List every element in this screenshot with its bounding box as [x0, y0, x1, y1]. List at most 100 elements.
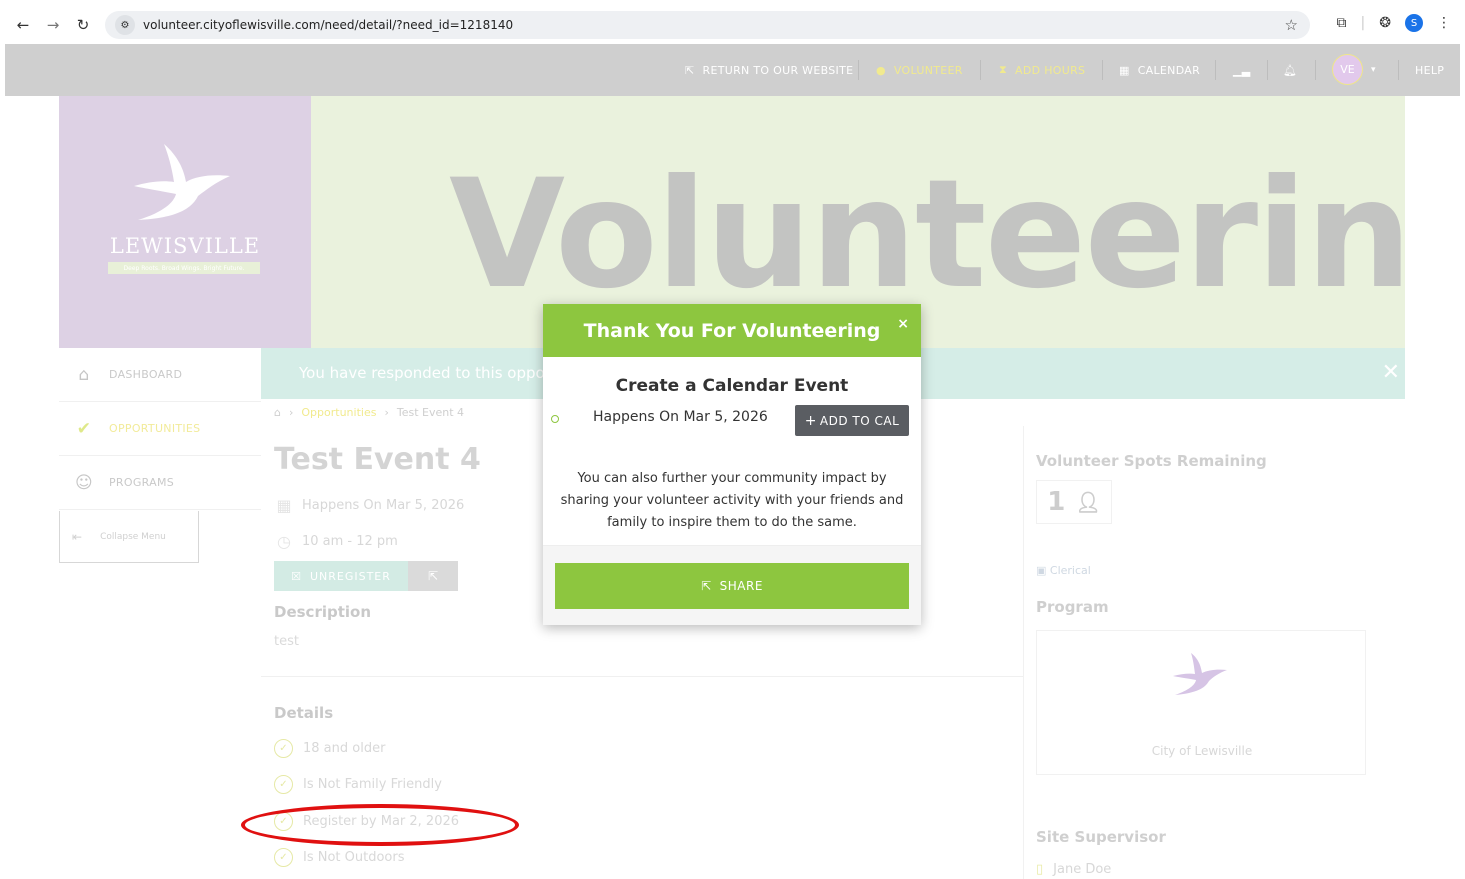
sidebar-item-programs[interactable]: ☺ PROGRAMS — [59, 456, 261, 510]
banner-logo[interactable]: LEWISVILLE Deep Roots. Broad Wings. Brig… — [59, 96, 311, 348]
profile-avatar[interactable]: S — [1405, 14, 1423, 32]
check-icon: ✓ — [274, 848, 293, 867]
share-icon: ⇱ — [427, 569, 439, 583]
nav-stats[interactable]: ▁▃ — [1233, 44, 1251, 96]
program-bird-icon — [1173, 653, 1227, 695]
browser-toolbar: ← → ↻ ⚙ volunteer.cityoflewisville.com/n… — [0, 0, 1465, 50]
back-icon[interactable]: ← — [12, 14, 34, 36]
share-icon-button[interactable]: ⇱ — [408, 561, 458, 591]
share-label: SHARE — [719, 579, 763, 593]
add-to-cal-button[interactable]: + ADD TO CAL — [795, 405, 909, 436]
nav-separator — [858, 60, 859, 80]
sidebar-item-opportunities[interactable]: ✔ OPPORTUNITIES — [59, 402, 261, 456]
check-icon: ✓ — [274, 739, 293, 758]
url-text: volunteer.cityoflewisville.com/need/deta… — [143, 18, 514, 32]
user-avatar[interactable]: VE — [1332, 54, 1363, 85]
sidebar: ⌂ DASHBOARD ✔ OPPORTUNITIES ☺ PROGRAMS ⇤… — [59, 348, 261, 563]
browser-menu-icon[interactable]: ⋮ — [1437, 15, 1451, 31]
home-icon[interactable]: ⌂ — [274, 406, 281, 419]
nav-separator — [1102, 60, 1103, 80]
share-button[interactable]: ⇱ SHARE — [555, 563, 909, 609]
nav-help-label: HELP — [1415, 63, 1445, 77]
nav-return-website[interactable]: ⇱ RETURN TO OUR WEBSITE — [685, 44, 853, 96]
spots-remaining: 1 👤︎ — [1036, 480, 1112, 524]
sidebar-item-label: DASHBOARD — [109, 368, 183, 381]
address-bar[interactable]: ⚙ volunteer.cityoflewisville.com/need/de… — [105, 11, 1310, 39]
alert-close-icon[interactable]: ✕ — [1382, 360, 1400, 385]
detail-text: 18 and older — [303, 741, 386, 756]
program-card[interactable]: City of Lewisville — [1036, 630, 1366, 775]
breadcrumb-separator: › — [288, 406, 294, 419]
check-circle-icon: ✔ — [76, 418, 92, 439]
bird-logo-icon — [134, 144, 230, 220]
close-icon[interactable]: × — [897, 316, 909, 332]
site-nav: ⇱ RETURN TO OUR WEBSITE ● VOLUNTEER ⧗ AD… — [5, 44, 1460, 96]
programs-icon: ☺ — [74, 472, 94, 493]
nav-volunteer-label: VOLUNTEER — [893, 63, 963, 77]
nav-separator — [980, 60, 981, 80]
lens-icon[interactable]: ⧉ — [1337, 15, 1347, 31]
breadcrumb-opportunities[interactable]: Opportunities — [301, 406, 376, 419]
program-heading: Program — [1036, 598, 1109, 616]
event-time-text: 10 am - 12 pm — [302, 534, 398, 549]
plus-icon: + — [804, 412, 817, 429]
avatar-caret-icon[interactable]: ▾ — [1371, 44, 1376, 96]
nav-volunteer[interactable]: ● VOLUNTEER — [876, 44, 963, 96]
event-time: ◷ 10 am - 12 pm — [274, 532, 398, 551]
nav-return-label: RETURN TO OUR WEBSITE — [702, 63, 854, 77]
logo-tagline: Deep Roots. Broad Wings. Bright Future. — [108, 262, 260, 274]
site-settings-icon[interactable]: ⚙ — [115, 15, 135, 35]
detail-text: Is Not Outdoors — [303, 850, 405, 865]
description-text: test — [274, 634, 299, 649]
nav-calendar[interactable]: ▦ CALENDAR — [1119, 44, 1200, 96]
supervisor: ▯ Jane Doe — [1036, 862, 1111, 877]
thank-you-modal: Thank You For Volunteering × Create a Ca… — [543, 304, 921, 625]
reload-icon[interactable]: ↻ — [72, 14, 94, 36]
modal-subtitle: Create a Calendar Event — [615, 376, 849, 396]
modal-footer: ⇱ SHARE — [543, 545, 921, 625]
calendar-icon: ▦ — [1119, 63, 1130, 77]
toolbar-divider: | — [1360, 15, 1366, 31]
detail-item: ✓ Is Not Outdoors — [274, 848, 405, 867]
share-icon: ⇱ — [701, 579, 712, 593]
clipboard-icon: ▣ — [1036, 564, 1047, 577]
breadcrumb-current: Test Event 4 — [396, 406, 465, 419]
nav-notifications[interactable]: 🔔︎ — [1283, 44, 1297, 96]
home-icon: ⌂ — [78, 364, 90, 385]
category-label: Clerical — [1049, 564, 1091, 577]
extension-icon[interactable]: ❂ — [1379, 15, 1391, 31]
sidebar-item-label: OPPORTUNITIES — [109, 422, 201, 435]
nav-separator — [1398, 60, 1399, 80]
detail-item: ✓ Is Not Family Friendly — [274, 775, 442, 794]
bookmark-star-icon[interactable]: ☆ — [1285, 16, 1298, 34]
unregister-button[interactable]: ☒ UNREGISTER — [274, 561, 408, 591]
event-date: ▦ Happens On Mar 5, 2026 — [274, 496, 464, 515]
modal-header: Thank You For Volunteering — [543, 304, 921, 357]
person-icon: 👤︎ — [1075, 490, 1101, 514]
external-link-icon: ⇱ — [685, 63, 695, 77]
breadcrumb: ⌂ › Opportunities › Test Event 4 — [274, 406, 464, 419]
nav-help[interactable]: HELP — [1415, 44, 1444, 96]
bar-chart-icon: ▁▃ — [1233, 63, 1251, 77]
sidebar-item-label: PROGRAMS — [109, 476, 175, 489]
details-heading: Details — [274, 704, 334, 722]
browser-actions: ⧉ | ❂ S ⋮ — [1337, 14, 1451, 32]
column-divider — [1023, 426, 1024, 879]
collapse-menu-button[interactable]: ⇤ Collapse Menu — [59, 511, 199, 563]
bell-icon: 🔔︎ — [1283, 63, 1298, 77]
detail-text: Is Not Family Friendly — [303, 777, 442, 792]
category-tag: ▣ Clerical — [1036, 564, 1091, 577]
forward-icon[interactable]: → — [42, 14, 64, 36]
event-title: Test Event 4 — [274, 442, 481, 477]
supervisor-name: Jane Doe — [1053, 862, 1112, 877]
nav-separator — [1315, 60, 1316, 80]
sidebar-item-dashboard[interactable]: ⌂ DASHBOARD — [59, 348, 261, 402]
nav-add-hours[interactable]: ⧗ ADD HOURS — [999, 44, 1085, 96]
breadcrumb-separator: › — [384, 406, 389, 419]
description-heading: Description — [274, 603, 372, 621]
banner-title: Volunteering — [449, 148, 1405, 322]
program-name: City of Lewisville — [1151, 744, 1253, 758]
alert-text: You have responded to this oppor — [299, 364, 551, 382]
collapse-menu-label: Collapse Menu — [100, 531, 166, 542]
modal-body: You can also further your community impa… — [560, 471, 904, 530]
